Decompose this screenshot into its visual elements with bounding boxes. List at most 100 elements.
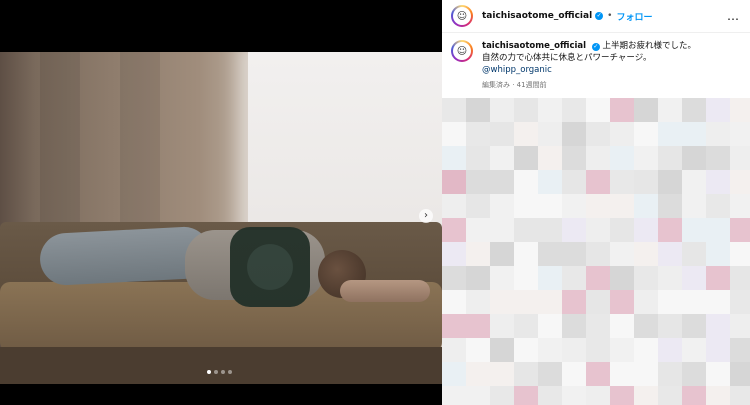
blur-tile xyxy=(490,338,514,362)
blur-tile xyxy=(682,170,706,194)
blur-tile xyxy=(490,98,514,122)
username[interactable]: taichisaotome_official xyxy=(482,11,592,21)
avatar[interactable]: ☺ xyxy=(451,5,473,27)
blur-tile xyxy=(586,194,610,218)
blur-tile xyxy=(538,386,562,405)
blur-tile xyxy=(730,218,750,242)
blur-tile xyxy=(682,386,706,405)
blur-tile xyxy=(514,266,538,290)
blur-tile xyxy=(562,338,586,362)
blur-tile xyxy=(706,122,730,146)
carousel-dot[interactable] xyxy=(221,370,225,374)
avatar-image: ☺ xyxy=(453,42,471,60)
blur-tile xyxy=(514,218,538,242)
blur-tile xyxy=(562,218,586,242)
blur-tile xyxy=(610,194,634,218)
blur-tile xyxy=(658,266,682,290)
next-slide-icon[interactable]: › xyxy=(419,209,433,223)
blur-tile xyxy=(610,362,634,386)
blur-tile xyxy=(538,338,562,362)
blur-tile xyxy=(538,218,562,242)
blur-tile xyxy=(706,314,730,338)
blur-tile xyxy=(682,98,706,122)
person-vest xyxy=(230,227,310,307)
blur-tile xyxy=(730,266,750,290)
blur-tile xyxy=(610,290,634,314)
blur-tile xyxy=(538,314,562,338)
blur-tile xyxy=(610,338,634,362)
blur-tile xyxy=(610,146,634,170)
blur-tile xyxy=(514,386,538,405)
blur-tile xyxy=(634,98,658,122)
blur-tile xyxy=(490,122,514,146)
blur-tile xyxy=(466,338,490,362)
blur-tile xyxy=(610,314,634,338)
blur-tile xyxy=(730,314,750,338)
blur-tile xyxy=(562,266,586,290)
avatar[interactable]: ☺ xyxy=(451,40,473,62)
blur-tile xyxy=(490,314,514,338)
carousel-dot[interactable] xyxy=(207,370,211,374)
blur-tile xyxy=(442,242,466,266)
blur-tile xyxy=(466,170,490,194)
blur-tile xyxy=(610,218,634,242)
blur-tile xyxy=(538,194,562,218)
blurred-comments xyxy=(442,98,750,405)
blur-tile xyxy=(730,290,750,314)
blur-tile xyxy=(682,362,706,386)
blur-tile xyxy=(706,218,730,242)
blur-tile xyxy=(586,338,610,362)
blur-tile xyxy=(442,146,466,170)
blur-tile xyxy=(682,290,706,314)
blur-tile xyxy=(562,314,586,338)
carousel-dot[interactable] xyxy=(228,370,232,374)
blur-tile xyxy=(442,98,466,122)
blur-tile xyxy=(682,194,706,218)
blur-tile xyxy=(658,98,682,122)
mention-link[interactable]: @whipp_organic xyxy=(482,64,696,76)
blur-tile xyxy=(706,194,730,218)
blur-tile xyxy=(706,98,730,122)
post-caption: ☺ taichisaotome_official ✓ 上半期お疲れ様でした。 自… xyxy=(451,40,741,91)
blur-tile xyxy=(706,146,730,170)
blur-tile xyxy=(490,290,514,314)
carousel-dot[interactable] xyxy=(214,370,218,374)
blur-tile xyxy=(442,266,466,290)
verified-badge-icon: ✓ xyxy=(595,12,604,20)
blur-tile xyxy=(562,170,586,194)
blur-tile xyxy=(658,218,682,242)
blur-tile xyxy=(610,242,634,266)
blur-tile xyxy=(610,266,634,290)
caption-username[interactable]: taichisaotome_official xyxy=(482,41,586,51)
blur-tile xyxy=(634,242,658,266)
blur-tile xyxy=(610,98,634,122)
more-options-icon[interactable]: … xyxy=(727,9,740,23)
blur-tile xyxy=(730,338,750,362)
blur-tile xyxy=(658,338,682,362)
blur-tile xyxy=(706,242,730,266)
blur-tile xyxy=(442,194,466,218)
follow-button[interactable]: フォロー xyxy=(616,10,652,23)
blur-tile xyxy=(586,314,610,338)
blur-tile xyxy=(442,122,466,146)
blur-tile xyxy=(466,122,490,146)
blur-tile xyxy=(586,122,610,146)
blur-tile xyxy=(562,122,586,146)
blur-tile xyxy=(634,290,658,314)
blur-tile xyxy=(682,266,706,290)
blur-tile xyxy=(706,386,730,405)
blur-tile xyxy=(514,194,538,218)
blur-tile xyxy=(538,266,562,290)
blur-tile xyxy=(634,170,658,194)
blur-tile xyxy=(562,146,586,170)
person-arm xyxy=(340,280,430,302)
caption-line-1: 上半期お疲れ様でした。 xyxy=(602,41,696,51)
blur-tile xyxy=(634,122,658,146)
blur-tile xyxy=(442,218,466,242)
blur-tile xyxy=(586,146,610,170)
blur-tile xyxy=(586,266,610,290)
blur-tile xyxy=(634,266,658,290)
blur-tile xyxy=(634,314,658,338)
blur-tile xyxy=(466,146,490,170)
blur-tile xyxy=(682,242,706,266)
